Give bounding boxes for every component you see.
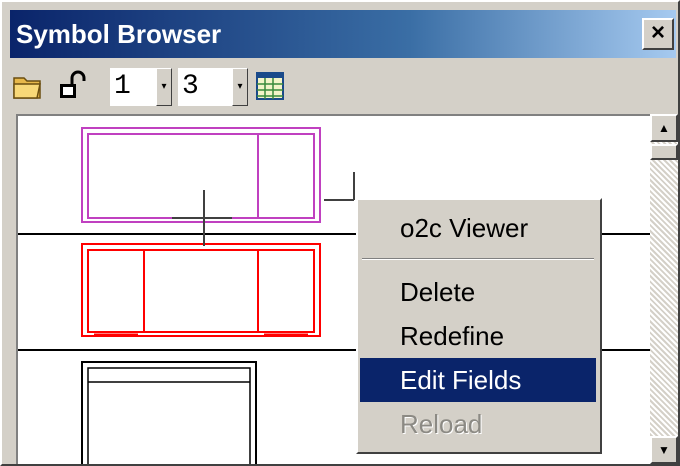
symbol-browser-window: Symbol Browser × 1 ▾ 3 ▾ ▲ ▼ o2c Viewer …: [0, 0, 680, 466]
scroll-thumb[interactable]: [650, 144, 678, 160]
close-button[interactable]: ×: [642, 18, 674, 50]
scroll-up-button[interactable]: ▲: [650, 114, 678, 142]
spin-box-1[interactable]: 1 ▾: [110, 68, 172, 106]
menu-item-edit-fields[interactable]: Edit Fields: [360, 358, 596, 402]
grid-table-icon[interactable]: [254, 70, 286, 102]
menu-item-delete[interactable]: Delete: [360, 270, 596, 314]
padlock-open-icon[interactable]: [56, 70, 88, 102]
vertical-scrollbar[interactable]: ▲ ▼: [650, 114, 678, 464]
menu-separator: [362, 258, 594, 260]
spin-box-2-dropdown-button[interactable]: ▾: [232, 68, 248, 106]
window-title: Symbol Browser: [16, 19, 222, 49]
spin-box-2-value: 3: [182, 71, 199, 102]
scroll-down-button[interactable]: ▼: [650, 436, 678, 464]
corner-marker: [324, 172, 355, 201]
toolbar: 1 ▾ 3 ▾: [12, 64, 672, 110]
spin-box-1-value: 1: [114, 71, 131, 102]
title-bar[interactable]: Symbol Browser ×: [10, 10, 676, 58]
menu-item-o2c-viewer[interactable]: o2c Viewer: [360, 206, 596, 250]
crosshair-cursor: [172, 190, 232, 246]
symbol-3[interactable]: [81, 361, 257, 464]
symbol-1[interactable]: [81, 127, 321, 223]
spin-box-2[interactable]: 3 ▾: [178, 68, 248, 106]
folder-open-icon[interactable]: [12, 70, 44, 102]
spin-box-1-dropdown-button[interactable]: ▾: [156, 68, 172, 106]
menu-item-redefine[interactable]: Redefine: [360, 314, 596, 358]
symbol-2[interactable]: [81, 243, 321, 337]
menu-item-reload: Reload: [400, 409, 483, 439]
context-menu: o2c Viewer Delete Redefine Edit Fields R…: [356, 198, 602, 454]
